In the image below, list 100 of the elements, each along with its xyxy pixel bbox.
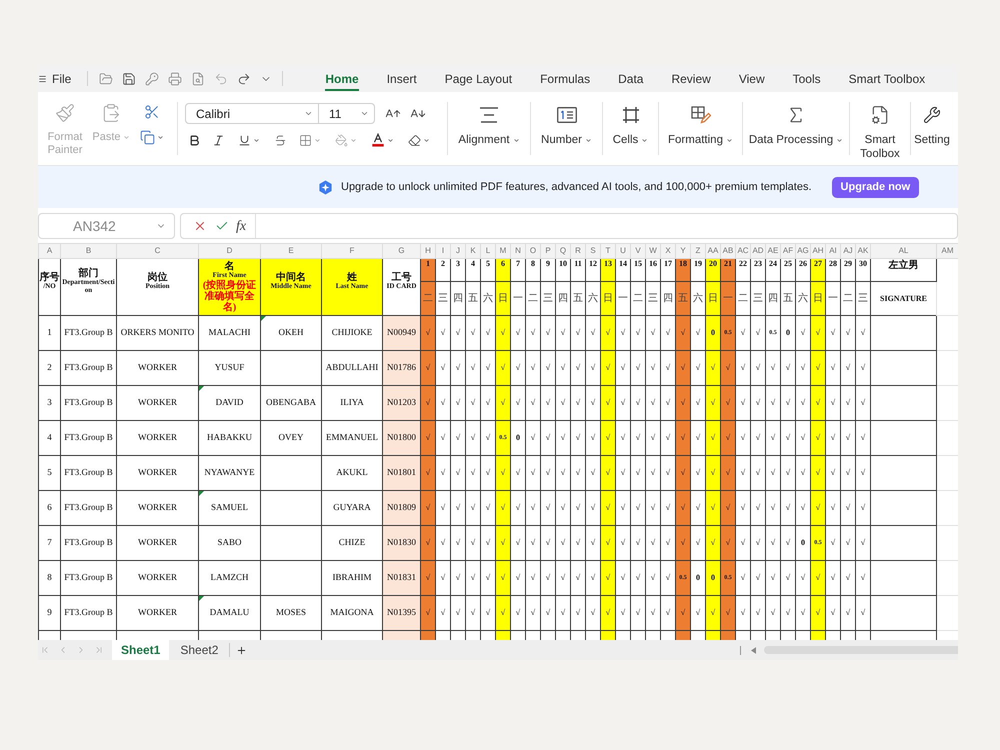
- column-letter[interactable]: X: [660, 244, 676, 258]
- column-letter[interactable]: G: [382, 244, 420, 258]
- italic-icon[interactable]: [212, 134, 225, 146]
- data-processing-button[interactable]: Data Processing: [743, 92, 849, 165]
- column-letter[interactable]: W: [646, 244, 660, 258]
- column-letter[interactable]: Y: [676, 244, 690, 258]
- menu-tab[interactable]: Page Layout: [430, 65, 526, 92]
- key-icon[interactable]: [145, 72, 160, 86]
- column-letter[interactable]: V: [630, 244, 646, 258]
- plus-icon[interactable]: [236, 644, 248, 656]
- menu-tab[interactable]: Insert: [372, 65, 431, 92]
- column-letter[interactable]: AL: [870, 244, 936, 258]
- column-letter[interactable]: AM: [936, 244, 958, 258]
- menu-tab[interactable]: Smart Toolbox: [834, 65, 940, 92]
- column-letter[interactable]: C: [116, 244, 198, 258]
- menu-tab[interactable]: Formulas: [526, 65, 604, 92]
- table-cell: √: [480, 596, 496, 630]
- cancel-icon[interactable]: [193, 219, 207, 233]
- alignment-button[interactable]: Alignment: [448, 92, 530, 165]
- printer-icon[interactable]: [168, 72, 182, 86]
- column-letter[interactable]: B: [60, 244, 116, 258]
- column-letter[interactable]: R: [570, 244, 586, 258]
- folder-icon[interactable]: [99, 72, 114, 86]
- underline-icon[interactable]: [238, 134, 251, 146]
- table-cell: √: [526, 456, 540, 490]
- paint-bucket-icon[interactable]: [335, 134, 348, 146]
- column-letter[interactable]: AH: [810, 244, 826, 258]
- column-letter[interactable]: H: [420, 244, 436, 258]
- column-letter[interactable]: AE: [766, 244, 780, 258]
- column-letter[interactable]: J: [450, 244, 466, 258]
- weekday-cell: 三: [646, 282, 660, 316]
- save-icon[interactable]: [122, 72, 136, 86]
- column-letter[interactable]: AF: [780, 244, 796, 258]
- column-letter[interactable]: K: [466, 244, 480, 258]
- table-cell: √: [526, 350, 540, 386]
- menu-tab[interactable]: Data: [604, 65, 658, 92]
- column-letter[interactable]: A: [38, 244, 60, 258]
- column-letter[interactable]: F: [322, 244, 382, 258]
- eraser-icon[interactable]: [408, 134, 421, 146]
- cell-text: DAMALU: [210, 607, 250, 618]
- menu-tab[interactable]: Review: [657, 65, 725, 92]
- scroll-left-icon[interactable]: [751, 646, 756, 654]
- file-menu[interactable]: File: [38, 65, 74, 92]
- redo-icon[interactable]: [237, 72, 252, 86]
- copy-icon[interactable]: [140, 130, 155, 145]
- font-color-icon[interactable]: [371, 133, 385, 147]
- column-letter[interactable]: AJ: [840, 244, 856, 258]
- sheet-tab[interactable]: Sheet2: [169, 640, 230, 660]
- table-cell: √: [510, 456, 526, 490]
- column-letter[interactable]: AC: [736, 244, 750, 258]
- font-family-dropdown[interactable]: Calibri: [185, 103, 319, 124]
- column-letter[interactable]: S: [586, 244, 600, 258]
- column-letter[interactable]: AA: [706, 244, 720, 258]
- column-letter[interactable]: T: [600, 244, 616, 258]
- column-letter[interactable]: N: [510, 244, 526, 258]
- table-cell: √: [540, 526, 556, 560]
- upgrade-button[interactable]: Upgrade now: [832, 176, 920, 198]
- table-cell: √: [556, 596, 570, 630]
- column-letter[interactable]: Q: [556, 244, 570, 258]
- column-letter[interactable]: AK: [856, 244, 870, 258]
- column-letter[interactable]: AD: [750, 244, 766, 258]
- column-letter[interactable]: L: [480, 244, 496, 258]
- column-letter[interactable]: M: [496, 244, 510, 258]
- name-box[interactable]: AN342: [38, 213, 175, 239]
- column-letter[interactable]: E: [260, 244, 322, 258]
- column-letter[interactable]: O: [526, 244, 540, 258]
- column-letter[interactable]: I: [436, 244, 450, 258]
- column-letter[interactable]: AI: [826, 244, 840, 258]
- scissors-icon[interactable]: [144, 104, 160, 120]
- cells-button[interactable]: Cells: [603, 92, 658, 165]
- column-letter[interactable]: Z: [690, 244, 706, 258]
- column-letter[interactable]: P: [540, 244, 556, 258]
- table-cell: √: [660, 386, 676, 420]
- setting-button[interactable]: Setting: [911, 92, 953, 165]
- table-cell: √: [466, 526, 480, 560]
- column-letter[interactable]: AG: [796, 244, 810, 258]
- borders-icon[interactable]: [299, 134, 312, 146]
- strikethrough-icon[interactable]: [274, 134, 287, 146]
- undo-icon[interactable]: [214, 72, 228, 86]
- document-search-icon[interactable]: [191, 72, 206, 86]
- table-cell: √: [540, 560, 556, 596]
- column-letter[interactable]: U: [616, 244, 630, 258]
- sheet-tab[interactable]: Sheet1: [112, 640, 170, 660]
- menu-tab[interactable]: Tools: [778, 65, 835, 92]
- font-size-dropdown[interactable]: 11: [319, 103, 375, 124]
- weekday-cell: 一: [616, 282, 630, 316]
- smart-toolbox-button[interactable]: Smart Toolbox: [850, 92, 910, 165]
- cell-frame-icon: [622, 106, 640, 124]
- function-button[interactable]: fx: [236, 216, 246, 236]
- bold-icon[interactable]: [188, 134, 201, 146]
- number-button[interactable]: Number: [531, 92, 602, 165]
- horizontal-scrollbar[interactable]: [764, 646, 958, 654]
- table-cell: √: [766, 386, 780, 420]
- menu-tab[interactable]: View: [724, 65, 779, 92]
- column-letter[interactable]: D: [198, 244, 260, 258]
- table-cell: √: [466, 350, 480, 386]
- table-cell: √: [856, 350, 870, 386]
- formatting-button[interactable]: Formatting: [659, 92, 742, 165]
- table-cell: 1: [38, 316, 60, 350]
- column-letter[interactable]: AB: [720, 244, 736, 258]
